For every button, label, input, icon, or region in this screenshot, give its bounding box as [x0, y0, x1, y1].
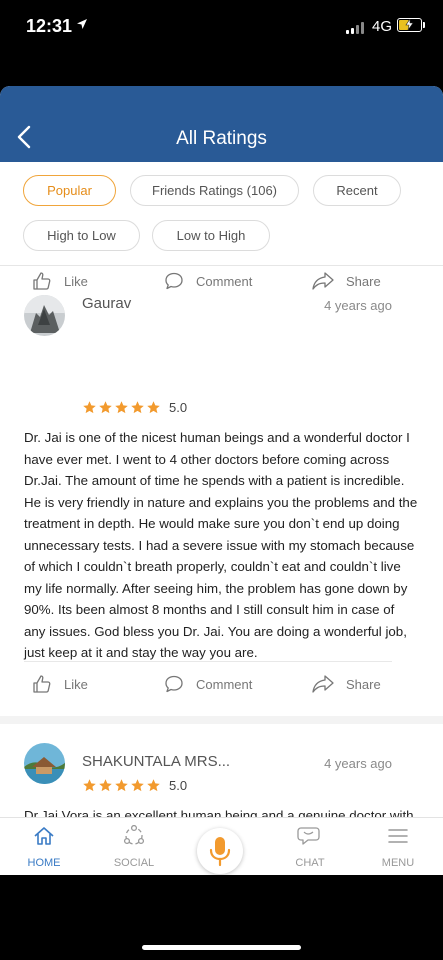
filter-popular[interactable]: Popular [23, 175, 116, 206]
like-label: Like [64, 273, 88, 289]
battery-icon [397, 18, 422, 32]
star-icon [115, 779, 128, 792]
star-icon [131, 401, 144, 414]
tab-chat[interactable]: CHAT [274, 818, 346, 875]
status-time: 12:31 [26, 16, 73, 36]
status-bar: 12:31 4G [0, 0, 443, 56]
divider [24, 661, 392, 662]
voice-search-button[interactable] [197, 828, 243, 874]
filter-recent[interactable]: Recent [313, 175, 401, 206]
social-icon [123, 825, 145, 845]
app-screen: All Ratings Popular Friends Ratings (106… [0, 86, 443, 875]
review-text: Dr.Jai Vora is an excellent human being … [24, 808, 414, 817]
battery-tip [423, 22, 425, 28]
review-time: 4 years ago [324, 756, 392, 771]
tab-home[interactable]: HOME [8, 818, 80, 875]
comment-button[interactable]: Comment [164, 266, 252, 296]
like-label: Like [64, 676, 88, 692]
star-icon [99, 779, 112, 792]
tab-social[interactable]: SOCIAL [98, 818, 170, 875]
star-icon [99, 401, 112, 414]
share-arrow-icon [312, 272, 334, 290]
share-label: Share [346, 676, 381, 692]
home-indicator [142, 945, 301, 950]
reviewer-name[interactable]: SHAKUNTALA MRS... [82, 753, 230, 770]
filter-bar: Popular Friends Ratings (106) Recent Hig… [0, 162, 443, 266]
star-rating: 5.0 [82, 777, 187, 794]
review-text: Dr. Jai is one of the nicest human being… [24, 430, 418, 660]
share-button[interactable]: Share [312, 266, 381, 296]
comment-bubble-icon [165, 675, 183, 693]
review-actions: Like Comment Share [24, 266, 392, 296]
tab-chat-label: CHAT [295, 857, 325, 869]
star-icon [115, 401, 128, 414]
review-actions: Like Comment Share [24, 669, 392, 699]
like-button[interactable]: Like [32, 266, 88, 296]
star-icon [83, 779, 96, 792]
like-button[interactable]: Like [32, 669, 88, 699]
review-time: 4 years ago [324, 298, 392, 313]
star-icon [147, 401, 160, 414]
nav-bar: All Ratings [0, 86, 443, 162]
section-separator [0, 716, 443, 724]
signal-icon [346, 22, 368, 34]
star-icon [83, 401, 96, 414]
reviewer-avatar[interactable] [24, 743, 65, 784]
reviewer-avatar[interactable] [24, 295, 65, 336]
ratings-feed: Like Comment Share Gaurav 4 years ago 5.… [0, 266, 443, 817]
star-icon [147, 779, 160, 792]
location-arrow-icon [77, 19, 87, 29]
bottom-tab-bar: HOME SOCIAL CHAT MENU [0, 817, 443, 875]
tab-home-label: HOME [27, 857, 61, 869]
rating-value: 5.0 [169, 400, 188, 415]
share-arrow-icon [312, 675, 334, 693]
star-icon [131, 779, 144, 792]
tab-menu-label: MENU [381, 857, 415, 869]
comment-label: Comment [196, 273, 253, 289]
filter-low-to-high[interactable]: Low to High [152, 220, 270, 251]
comment-label: Comment [196, 676, 253, 692]
home-icon [34, 827, 54, 845]
comment-bubble-icon [165, 272, 183, 290]
thumbs-up-icon [33, 272, 51, 290]
reviewer-name[interactable]: Gaurav [82, 295, 131, 312]
tab-social-label: SOCIAL [113, 857, 155, 869]
tab-menu[interactable]: MENU [362, 818, 434, 875]
hamburger-menu-icon [388, 829, 408, 843]
rating-value: 5.0 [169, 778, 188, 793]
chat-icon [297, 827, 320, 845]
comment-button[interactable]: Comment [164, 669, 252, 699]
microphone-icon [209, 837, 231, 867]
share-label: Share [346, 273, 381, 289]
star-rating: 5.0 [82, 399, 187, 416]
network-type: 4G [372, 18, 393, 35]
share-button[interactable]: Share [312, 669, 381, 699]
filter-high-to-low[interactable]: High to Low [23, 220, 140, 251]
filter-friends-ratings[interactable]: Friends Ratings (106) [130, 175, 299, 206]
thumbs-up-icon [33, 675, 51, 693]
page-title: All Ratings [176, 128, 267, 149]
